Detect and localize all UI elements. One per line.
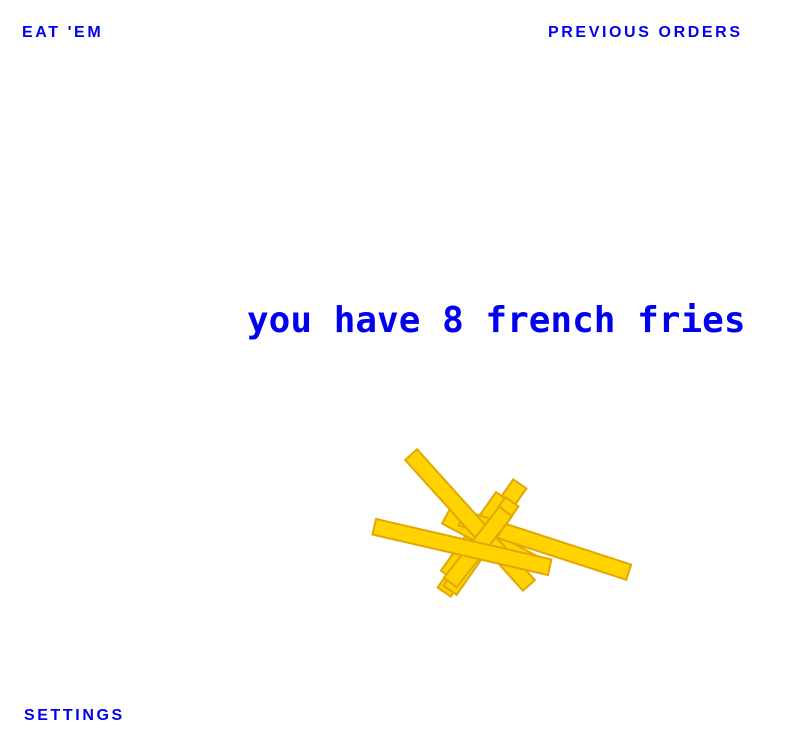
french-fries-illustration <box>371 447 633 599</box>
previous-orders-link[interactable]: PREVIOUS ORDERS <box>548 24 743 42</box>
fries-count-message: you have 8 french fries <box>247 300 746 341</box>
settings-link[interactable]: SETTINGS <box>24 707 125 725</box>
fry-pile <box>371 447 633 599</box>
eat-em-link[interactable]: EAT 'EM <box>22 24 103 42</box>
